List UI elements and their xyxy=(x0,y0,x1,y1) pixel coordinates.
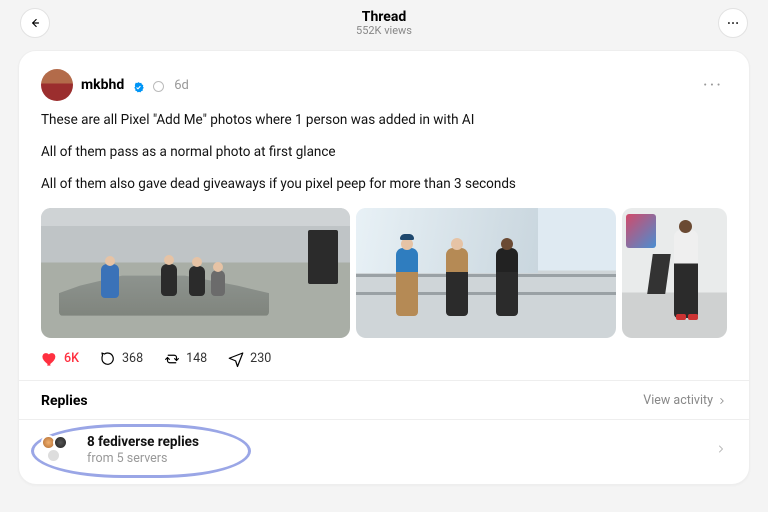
send-icon xyxy=(227,350,245,368)
media-gallery xyxy=(41,208,727,338)
fediverse-avatar-stack xyxy=(41,435,77,465)
replies-label: Replies xyxy=(41,393,88,409)
post-paragraph: All of them also gave dead giveaways if … xyxy=(41,175,727,193)
verified-badge-icon xyxy=(132,79,145,92)
like-button[interactable]: 6K xyxy=(41,350,79,368)
post-actions: 6K 368 148 230 xyxy=(41,348,727,380)
post-body: These are all Pixel "Add Me" photos wher… xyxy=(41,111,727,194)
header-center: Thread 552K views xyxy=(356,9,412,38)
fediverse-replies-row[interactable]: 8 fediverse replies from 5 servers xyxy=(19,419,749,484)
post-paragraph: These are all Pixel "Add Me" photos wher… xyxy=(41,111,727,129)
heart-icon xyxy=(41,350,59,368)
arrow-left-icon xyxy=(28,16,42,30)
fediverse-text: 8 fediverse replies from 5 servers xyxy=(87,434,199,466)
mini-avatar xyxy=(46,448,61,463)
replies-header: Replies View activity xyxy=(19,380,749,419)
post-timestamp: 6d xyxy=(174,78,189,93)
repost-button[interactable]: 148 xyxy=(163,350,207,368)
share-count: 230 xyxy=(250,351,271,366)
avatar[interactable] xyxy=(41,69,73,101)
fediverse-subtitle: from 5 servers xyxy=(87,451,199,466)
post-image-1[interactable] xyxy=(41,208,350,338)
like-count: 6K xyxy=(64,351,79,366)
post-more-button[interactable]: ··· xyxy=(699,75,727,96)
page-title: Thread xyxy=(356,9,412,25)
chevron-right-icon xyxy=(717,396,727,406)
back-button[interactable] xyxy=(20,8,50,38)
comment-icon xyxy=(99,350,117,368)
repost-count: 148 xyxy=(186,351,207,366)
post-header: mkbhd 6d ··· xyxy=(41,69,727,101)
comment-count: 368 xyxy=(122,351,143,366)
repost-icon xyxy=(163,350,181,368)
more-horizontal-icon xyxy=(726,16,740,30)
post-image-3[interactable] xyxy=(622,208,727,338)
post-paragraph: All of them pass as a normal photo at fi… xyxy=(41,143,727,161)
post-card: mkbhd 6d ··· These are all Pixel "Add Me… xyxy=(18,50,750,485)
view-activity-link[interactable]: View activity xyxy=(643,393,727,408)
header-more-button[interactable] xyxy=(718,8,748,38)
threads-badge-icon xyxy=(153,81,164,92)
share-button[interactable]: 230 xyxy=(227,350,271,368)
comment-button[interactable]: 368 xyxy=(99,350,143,368)
page-subtitle: 552K views xyxy=(356,25,412,38)
post-image-2[interactable] xyxy=(356,208,617,338)
view-activity-label: View activity xyxy=(643,393,713,408)
fediverse-title: 8 fediverse replies xyxy=(87,434,199,450)
username[interactable]: mkbhd xyxy=(81,77,124,93)
chevron-right-icon xyxy=(715,440,727,459)
